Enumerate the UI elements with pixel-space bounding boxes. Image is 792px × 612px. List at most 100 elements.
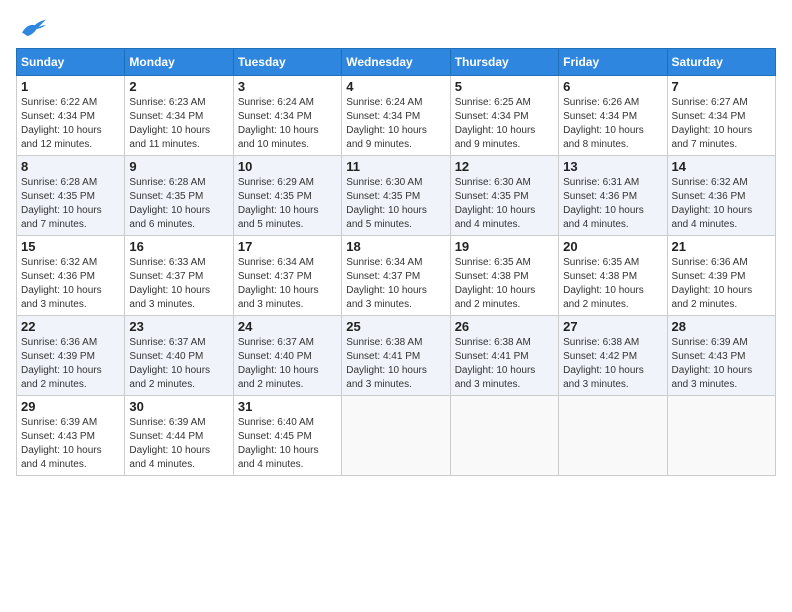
day-info: Sunrise: 6:38 AM Sunset: 4:41 PM Dayligh… (346, 336, 445, 392)
calendar-cell: 1 Sunrise: 6:22 AM Sunset: 4:34 PM Dayli… (17, 76, 125, 156)
day-number: 22 (21, 319, 120, 334)
calendar-cell: 13 Sunrise: 6:31 AM Sunset: 4:36 PM Dayl… (559, 156, 667, 236)
day-number: 14 (672, 159, 771, 174)
calendar-cell: 25 Sunrise: 6:38 AM Sunset: 4:41 PM Dayl… (342, 316, 450, 396)
day-info: Sunrise: 6:37 AM Sunset: 4:40 PM Dayligh… (129, 336, 228, 392)
calendar-cell: 31 Sunrise: 6:40 AM Sunset: 4:45 PM Dayl… (233, 396, 341, 476)
day-number: 13 (563, 159, 662, 174)
day-info: Sunrise: 6:23 AM Sunset: 4:34 PM Dayligh… (129, 96, 228, 152)
calendar-week-row-3: 15 Sunrise: 6:32 AM Sunset: 4:36 PM Dayl… (17, 236, 776, 316)
calendar-cell: 11 Sunrise: 6:30 AM Sunset: 4:35 PM Dayl… (342, 156, 450, 236)
day-info: Sunrise: 6:28 AM Sunset: 4:35 PM Dayligh… (129, 176, 228, 232)
day-info: Sunrise: 6:28 AM Sunset: 4:35 PM Dayligh… (21, 176, 120, 232)
calendar-cell: 5 Sunrise: 6:25 AM Sunset: 4:34 PM Dayli… (450, 76, 558, 156)
day-info: Sunrise: 6:24 AM Sunset: 4:34 PM Dayligh… (346, 96, 445, 152)
day-info: Sunrise: 6:34 AM Sunset: 4:37 PM Dayligh… (238, 256, 337, 312)
day-number: 11 (346, 159, 445, 174)
day-info: Sunrise: 6:35 AM Sunset: 4:38 PM Dayligh… (563, 256, 662, 312)
day-number: 8 (21, 159, 120, 174)
day-number: 15 (21, 239, 120, 254)
logo-bird-icon (20, 16, 48, 38)
day-number: 19 (455, 239, 554, 254)
day-info: Sunrise: 6:40 AM Sunset: 4:45 PM Dayligh… (238, 416, 337, 472)
calendar-cell: 8 Sunrise: 6:28 AM Sunset: 4:35 PM Dayli… (17, 156, 125, 236)
day-info: Sunrise: 6:30 AM Sunset: 4:35 PM Dayligh… (455, 176, 554, 232)
calendar-header-wednesday: Wednesday (342, 49, 450, 76)
day-info: Sunrise: 6:39 AM Sunset: 4:43 PM Dayligh… (21, 416, 120, 472)
day-info: Sunrise: 6:39 AM Sunset: 4:43 PM Dayligh… (672, 336, 771, 392)
day-info: Sunrise: 6:32 AM Sunset: 4:36 PM Dayligh… (672, 176, 771, 232)
calendar-cell (450, 396, 558, 476)
calendar-cell: 23 Sunrise: 6:37 AM Sunset: 4:40 PM Dayl… (125, 316, 233, 396)
calendar-header-thursday: Thursday (450, 49, 558, 76)
day-number: 24 (238, 319, 337, 334)
day-info: Sunrise: 6:22 AM Sunset: 4:34 PM Dayligh… (21, 96, 120, 152)
day-info: Sunrise: 6:31 AM Sunset: 4:36 PM Dayligh… (563, 176, 662, 232)
calendar-header-saturday: Saturday (667, 49, 775, 76)
day-number: 16 (129, 239, 228, 254)
calendar-cell: 6 Sunrise: 6:26 AM Sunset: 4:34 PM Dayli… (559, 76, 667, 156)
day-info: Sunrise: 6:25 AM Sunset: 4:34 PM Dayligh… (455, 96, 554, 152)
day-info: Sunrise: 6:33 AM Sunset: 4:37 PM Dayligh… (129, 256, 228, 312)
day-info: Sunrise: 6:39 AM Sunset: 4:44 PM Dayligh… (129, 416, 228, 472)
calendar-cell: 10 Sunrise: 6:29 AM Sunset: 4:35 PM Dayl… (233, 156, 341, 236)
day-number: 12 (455, 159, 554, 174)
calendar-cell: 18 Sunrise: 6:34 AM Sunset: 4:37 PM Dayl… (342, 236, 450, 316)
calendar-cell: 29 Sunrise: 6:39 AM Sunset: 4:43 PM Dayl… (17, 396, 125, 476)
day-info: Sunrise: 6:36 AM Sunset: 4:39 PM Dayligh… (21, 336, 120, 392)
calendar-cell: 4 Sunrise: 6:24 AM Sunset: 4:34 PM Dayli… (342, 76, 450, 156)
day-info: Sunrise: 6:36 AM Sunset: 4:39 PM Dayligh… (672, 256, 771, 312)
calendar-header-sunday: Sunday (17, 49, 125, 76)
day-number: 26 (455, 319, 554, 334)
calendar-cell: 19 Sunrise: 6:35 AM Sunset: 4:38 PM Dayl… (450, 236, 558, 316)
calendar-header-row: SundayMondayTuesdayWednesdayThursdayFrid… (17, 49, 776, 76)
calendar-table: SundayMondayTuesdayWednesdayThursdayFrid… (16, 48, 776, 476)
calendar-cell: 3 Sunrise: 6:24 AM Sunset: 4:34 PM Dayli… (233, 76, 341, 156)
day-info: Sunrise: 6:30 AM Sunset: 4:35 PM Dayligh… (346, 176, 445, 232)
calendar-cell: 9 Sunrise: 6:28 AM Sunset: 4:35 PM Dayli… (125, 156, 233, 236)
calendar-week-row-5: 29 Sunrise: 6:39 AM Sunset: 4:43 PM Dayl… (17, 396, 776, 476)
day-number: 17 (238, 239, 337, 254)
day-number: 10 (238, 159, 337, 174)
day-number: 30 (129, 399, 228, 414)
day-number: 3 (238, 79, 337, 94)
day-info: Sunrise: 6:37 AM Sunset: 4:40 PM Dayligh… (238, 336, 337, 392)
day-number: 29 (21, 399, 120, 414)
day-info: Sunrise: 6:24 AM Sunset: 4:34 PM Dayligh… (238, 96, 337, 152)
calendar-cell: 21 Sunrise: 6:36 AM Sunset: 4:39 PM Dayl… (667, 236, 775, 316)
day-number: 20 (563, 239, 662, 254)
calendar-cell: 12 Sunrise: 6:30 AM Sunset: 4:35 PM Dayl… (450, 156, 558, 236)
calendar-cell (667, 396, 775, 476)
day-number: 1 (21, 79, 120, 94)
calendar-cell: 28 Sunrise: 6:39 AM Sunset: 4:43 PM Dayl… (667, 316, 775, 396)
day-info: Sunrise: 6:38 AM Sunset: 4:41 PM Dayligh… (455, 336, 554, 392)
calendar-cell: 2 Sunrise: 6:23 AM Sunset: 4:34 PM Dayli… (125, 76, 233, 156)
calendar-week-row-1: 1 Sunrise: 6:22 AM Sunset: 4:34 PM Dayli… (17, 76, 776, 156)
day-number: 4 (346, 79, 445, 94)
day-number: 28 (672, 319, 771, 334)
day-info: Sunrise: 6:34 AM Sunset: 4:37 PM Dayligh… (346, 256, 445, 312)
calendar-cell: 22 Sunrise: 6:36 AM Sunset: 4:39 PM Dayl… (17, 316, 125, 396)
page-header (16, 16, 776, 38)
day-info: Sunrise: 6:26 AM Sunset: 4:34 PM Dayligh… (563, 96, 662, 152)
calendar-header-friday: Friday (559, 49, 667, 76)
day-number: 18 (346, 239, 445, 254)
logo (16, 16, 48, 38)
calendar-cell (342, 396, 450, 476)
day-info: Sunrise: 6:32 AM Sunset: 4:36 PM Dayligh… (21, 256, 120, 312)
day-number: 9 (129, 159, 228, 174)
calendar-week-row-2: 8 Sunrise: 6:28 AM Sunset: 4:35 PM Dayli… (17, 156, 776, 236)
calendar-cell: 14 Sunrise: 6:32 AM Sunset: 4:36 PM Dayl… (667, 156, 775, 236)
calendar-cell: 27 Sunrise: 6:38 AM Sunset: 4:42 PM Dayl… (559, 316, 667, 396)
day-number: 25 (346, 319, 445, 334)
calendar-week-row-4: 22 Sunrise: 6:36 AM Sunset: 4:39 PM Dayl… (17, 316, 776, 396)
day-info: Sunrise: 6:29 AM Sunset: 4:35 PM Dayligh… (238, 176, 337, 232)
calendar-cell: 16 Sunrise: 6:33 AM Sunset: 4:37 PM Dayl… (125, 236, 233, 316)
day-number: 5 (455, 79, 554, 94)
day-number: 21 (672, 239, 771, 254)
calendar-cell: 24 Sunrise: 6:37 AM Sunset: 4:40 PM Dayl… (233, 316, 341, 396)
day-number: 31 (238, 399, 337, 414)
calendar-cell: 15 Sunrise: 6:32 AM Sunset: 4:36 PM Dayl… (17, 236, 125, 316)
calendar-header-tuesday: Tuesday (233, 49, 341, 76)
day-info: Sunrise: 6:38 AM Sunset: 4:42 PM Dayligh… (563, 336, 662, 392)
